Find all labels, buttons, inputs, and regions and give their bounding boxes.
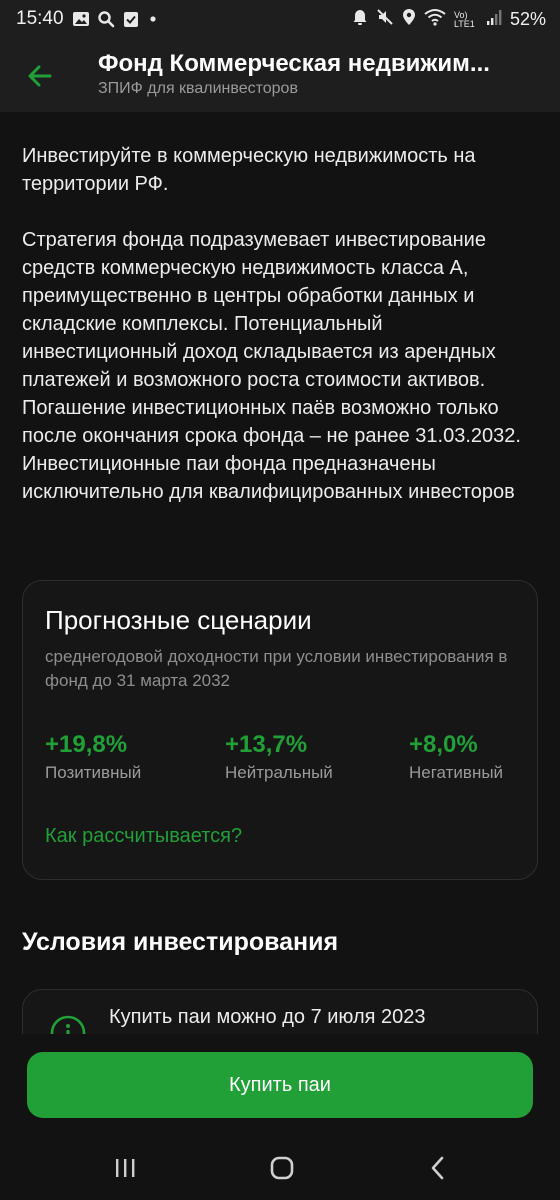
scenario-value: +13,7%: [225, 731, 308, 758]
home-icon: [270, 1156, 294, 1180]
system-nav-bar: [0, 1134, 560, 1200]
scenario-label: Позитивный: [45, 763, 142, 782]
location-icon: [402, 8, 416, 31]
recent-apps-button[interactable]: [105, 1152, 145, 1184]
conditions-title: Условия инвестирования: [22, 928, 339, 956]
back-nav-icon: [431, 1156, 444, 1180]
page-title: Фонд Коммерческая недвижим...: [98, 50, 490, 77]
dot-icon: [147, 10, 159, 33]
buy-shares-button[interactable]: Купить паи: [27, 1052, 533, 1118]
fund-strategy: Стратегия фонда подразумевает инвестиров…: [22, 229, 521, 503]
scenario-value: +19,8%: [45, 731, 128, 758]
scenario-label: Нейтральный: [225, 763, 333, 782]
bottom-action-area: Купить паи: [0, 1034, 560, 1134]
status-right-icons: Vo) LTE1 52%: [352, 8, 546, 31]
forecast-card: Прогнозные сценарии среднегодовой доходн…: [22, 580, 538, 880]
scenario-negative: +8,0% Негативный: [409, 731, 503, 783]
recent-apps-icon: [116, 1159, 135, 1177]
signal-icon: [486, 8, 502, 31]
battery-percent: 52%: [509, 9, 546, 29]
forecast-subtitle: среднегодовой доходности при условии инв…: [45, 647, 508, 690]
condition-text: Купить паи можно до 7 июля 2023: [109, 1006, 426, 1028]
check-icon: [122, 10, 140, 33]
forecast-title: Прогнозные сценарии: [45, 605, 312, 635]
scenario-neutral: +13,7% Нейтральный: [225, 731, 333, 783]
status-time: 15:40: [16, 8, 64, 29]
mute-icon: [376, 8, 394, 31]
how-calculated-link[interactable]: Как рассчитывается?: [45, 825, 242, 848]
scenario-value: +8,0%: [409, 731, 478, 758]
arrow-left-icon: [28, 65, 52, 87]
status-left-icons: [72, 10, 159, 33]
fund-intro: Инвестируйте в коммерческую недвижимость…: [22, 145, 476, 195]
scenario-label: Негативный: [409, 763, 504, 782]
network-label: Vo) LTE1: [453, 9, 475, 29]
alarm-icon: [352, 8, 368, 31]
image-icon: [72, 10, 90, 33]
scenario-positive: +19,8% Позитивный: [45, 731, 141, 783]
page-subtitle: ЗПИФ для квалинвесторов: [98, 80, 298, 97]
back-button[interactable]: [18, 54, 62, 98]
wifi-icon: [424, 8, 446, 31]
home-button[interactable]: [262, 1152, 302, 1184]
back-nav-button[interactable]: [418, 1152, 458, 1184]
search-icon: [97, 10, 115, 33]
status-bar: 15:40 Vo) LTE1 52%: [0, 0, 560, 40]
app-bar: Фонд Коммерческая недвижим... ЗПИФ для к…: [0, 40, 560, 112]
